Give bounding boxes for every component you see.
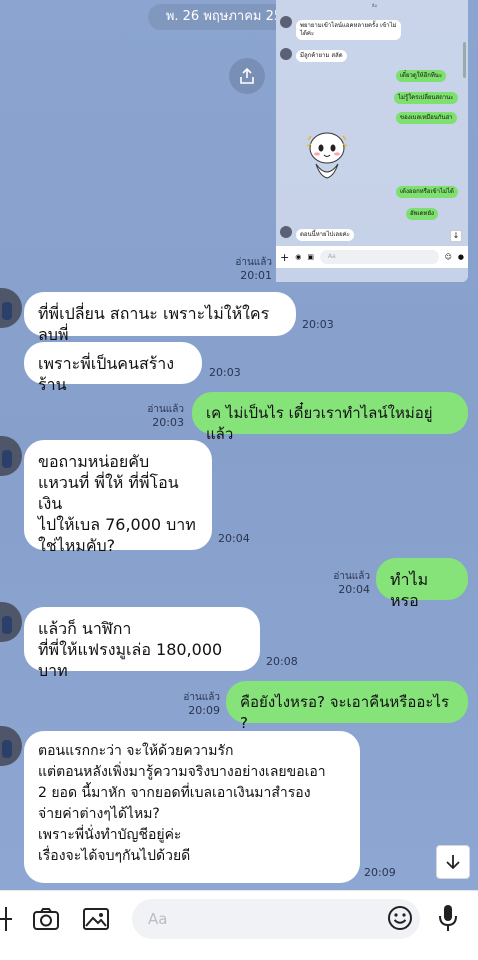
read-receipt: อ่านแล้ว — [183, 692, 220, 703]
plus-icon — [0, 907, 12, 931]
message-time: 20:03 — [302, 318, 334, 331]
embedded-message: มีลูกค้ายาม สลัด — [296, 50, 347, 62]
image-icon — [83, 908, 109, 930]
embedded-message: เด้งออกหรือเข้าไม่ได้ — [396, 186, 458, 198]
message-bubble-incoming[interactable]: เพราะพี่เป็นคนสร้างร้าน — [24, 342, 202, 394]
scroll-down-button[interactable] — [436, 845, 470, 879]
microphone-icon — [439, 905, 457, 931]
embedded-message: ของเบลเหมือนกันอ่า — [396, 112, 457, 124]
embedded-input-bar: + ◉ ▣ Aa ☺ ● — [276, 246, 468, 268]
avatar[interactable] — [0, 288, 22, 328]
message-bubble-incoming[interactable]: แล้วก็ นาฬิกา ที่พี่ให้แฟรงมูเล่อ 180,00… — [24, 607, 260, 680]
embedded-camera-icon: ◉ — [295, 253, 302, 261]
camera-icon — [33, 908, 59, 930]
embedded-mic-icon: ● — [457, 253, 464, 261]
embedded-message: อัพเดทยัง — [406, 208, 438, 220]
message-bubble-incoming[interactable]: ตอนแรกกะว่า จะให้ด้วยความรัก แต่ตอนหลังเ… — [24, 731, 360, 883]
message-time: 20:03 — [152, 416, 184, 429]
message-time: 20:08 — [266, 655, 298, 668]
message-time: 20:09 — [188, 704, 220, 717]
message-bubble-outgoing[interactable]: ทำไมหรอ — [376, 558, 468, 610]
message-time: 20:03 — [209, 366, 241, 379]
embedded-screenshot[interactable]: อีม พยายามเข้าไลน์แอคหลายครั้ง เข้าไม่ ไ… — [276, 0, 468, 282]
camera-button[interactable] — [32, 907, 60, 931]
message-time: 20:01 — [240, 269, 272, 282]
embedded-plus-icon: + — [280, 250, 290, 264]
embedded-top-label: อีม — [372, 3, 378, 8]
embedded-avatar — [280, 226, 292, 238]
message-time: 20:04 — [218, 532, 250, 545]
message-meta: อ่านแล้ว 20:09 — [168, 691, 220, 717]
message-input-bar: Aa — [0, 890, 478, 960]
read-receipt: อ่านแล้ว — [147, 404, 184, 415]
image-button[interactable] — [82, 907, 110, 931]
avatar[interactable] — [0, 602, 22, 642]
mic-button[interactable] — [438, 903, 458, 933]
share-icon — [240, 67, 254, 84]
embedded-avatar — [280, 16, 292, 28]
embedded-avatar — [280, 48, 292, 60]
embedded-scroll-down-icon: ↓ — [450, 230, 462, 242]
emoji-icon — [388, 906, 412, 930]
message-input[interactable]: Aa — [132, 899, 420, 939]
embedded-message: ไม่รู้ใครเปลี่ยนสถานะ — [394, 92, 458, 104]
embedded-scrollbar — [463, 42, 466, 78]
avatar[interactable] — [0, 436, 22, 476]
chat-area[interactable]: พ. 26 พฤษภาคม 25 อีม พยายามเข้าไลน์แอคหล… — [0, 0, 478, 890]
embedded-message: พยายามเข้าไลน์แอคหลายครั้ง เข้าไม่ ได้ค่… — [296, 20, 401, 40]
plus-button[interactable] — [0, 905, 14, 933]
message-meta: อ่านแล้ว 20:03 — [138, 403, 184, 429]
embedded-image-icon: ▣ — [307, 253, 314, 261]
sticker-image — [306, 132, 348, 179]
message-bubble-outgoing[interactable]: คือยังไงหรอ? จะเอาคืนหรืออะไร ? — [226, 681, 468, 732]
message-meta: อ่านแล้ว 20:01 — [222, 256, 272, 282]
read-receipt: อ่านแล้ว — [333, 571, 370, 582]
avatar[interactable] — [0, 726, 22, 766]
embedded-message: เดี๋ยวดูให้อีกทีนะ — [396, 70, 447, 82]
arrow-down-icon — [446, 855, 460, 870]
emoji-button[interactable] — [387, 905, 413, 931]
message-bubble-outgoing[interactable]: เค ไม่เป็นไร เดี๋ยวเราทำไลน์ใหม่อยู่แล้ว — [192, 392, 468, 443]
message-time: 20:09 — [364, 866, 396, 879]
embedded-input-field: Aa — [319, 250, 439, 264]
embedded-emoji-icon: ☺ — [444, 253, 452, 261]
share-button[interactable] — [229, 58, 265, 94]
message-time: 20:04 — [338, 583, 370, 596]
message-bubble-incoming[interactable]: ที่พี่เปลี่ยน สถานะ เพราะไม่ให้ใครลบพี่ — [24, 292, 296, 344]
read-receipt: อ่านแล้ว — [235, 257, 272, 268]
message-bubble-incoming[interactable]: ขอถามหน่อยคับ แหวนที่ พี่ให้ ที่พี่โอนเง… — [24, 440, 212, 555]
message-meta: อ่านแล้ว 20:04 — [322, 570, 370, 596]
embedded-message: ตอนนี้หายไปเลยค่ะ — [296, 229, 354, 241]
